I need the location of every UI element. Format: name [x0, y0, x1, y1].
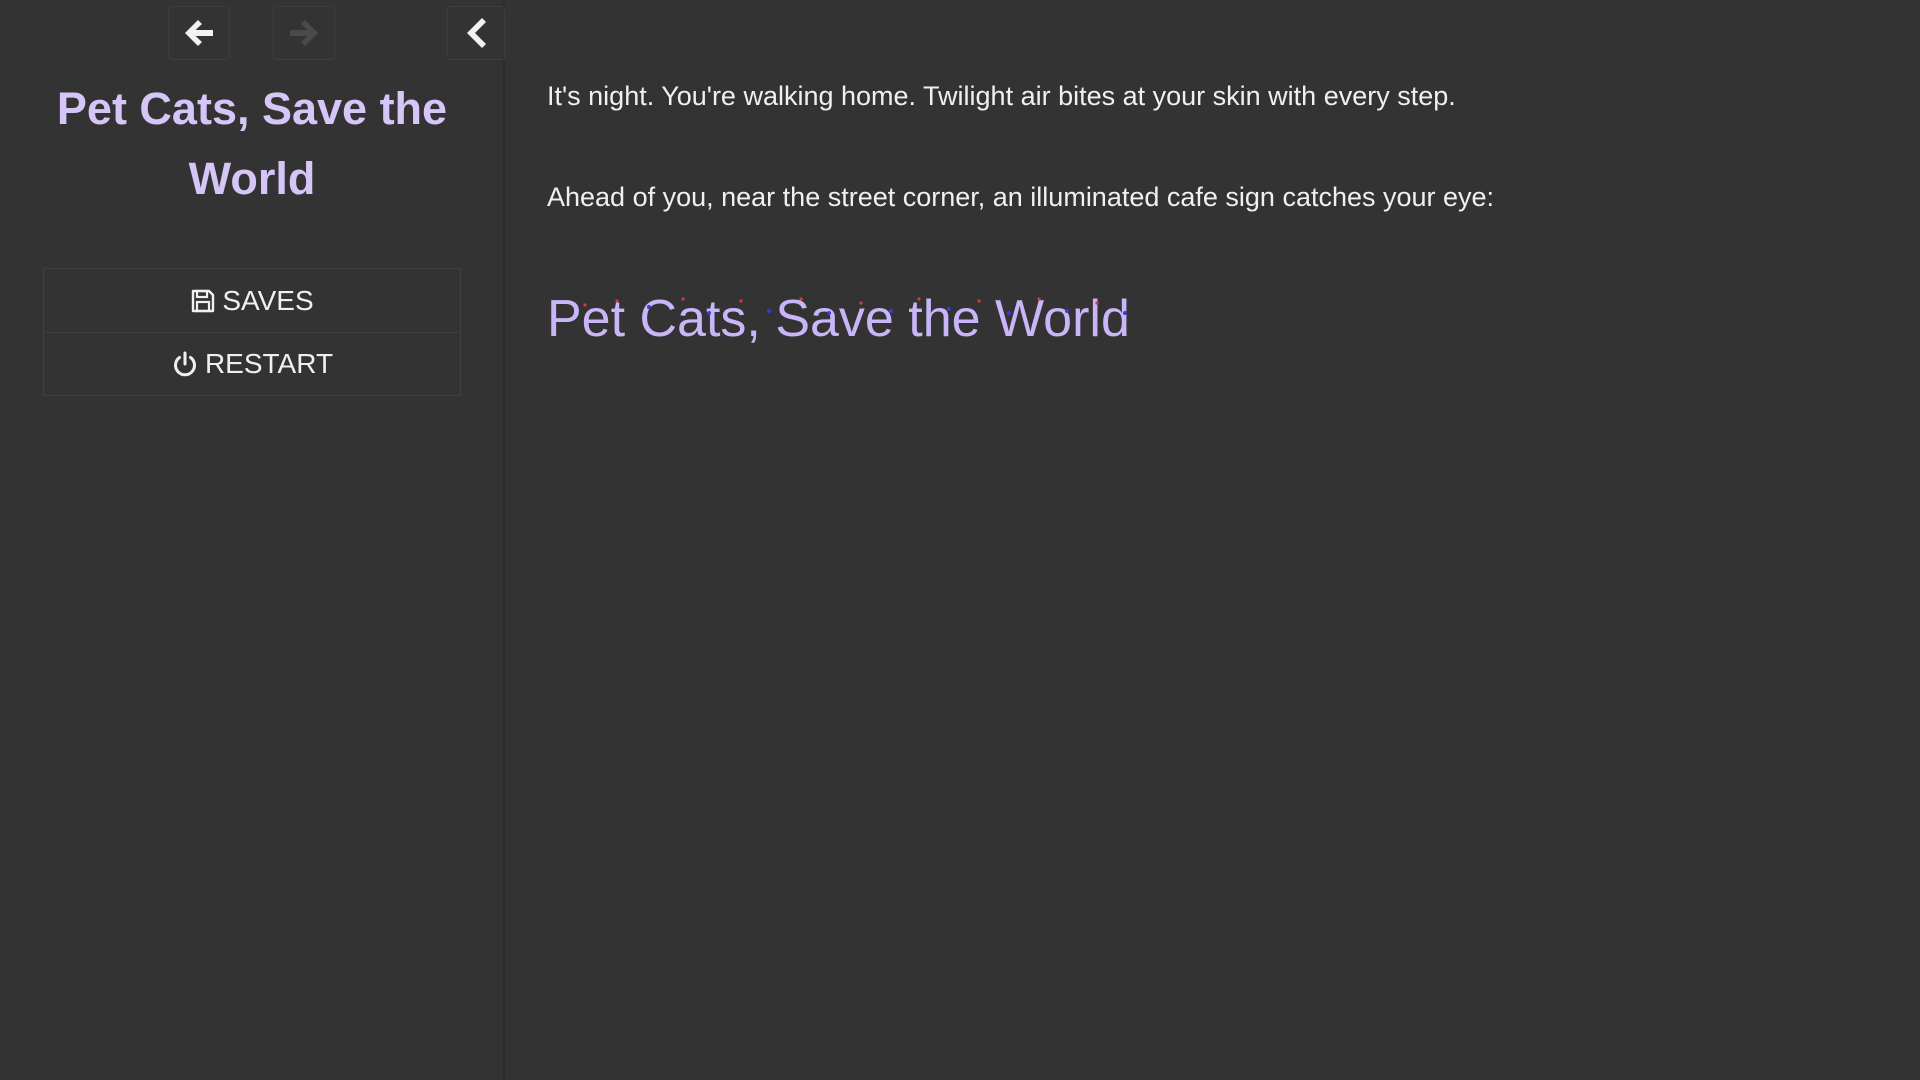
sidebar: Pet Cats, Save the World SAVES RESTART	[0, 0, 505, 1080]
power-icon	[174, 351, 196, 377]
saves-label: SAVES	[222, 284, 314, 316]
sidebar-menu: SAVES RESTART	[43, 268, 461, 396]
passage-paragraph: It's night. You're walking home. Twiligh…	[547, 81, 1456, 111]
forward-button[interactable]	[273, 6, 335, 60]
floppy-disk-icon	[192, 289, 215, 312]
collapse-sidebar-button[interactable]	[447, 6, 505, 60]
restart-button[interactable]: RESTART	[44, 332, 460, 395]
back-button[interactable]	[168, 6, 230, 60]
story-title: Pet Cats, Save the World	[56, 83, 448, 204]
arrow-left-icon	[185, 20, 213, 46]
arrow-right-icon	[290, 20, 318, 46]
saves-button[interactable]: SAVES	[44, 269, 460, 332]
passage-paragraph: Ahead of you, near the street corner, an…	[547, 182, 1495, 212]
cafe-sign: Pet Cats, Save the World	[547, 287, 1130, 351]
chevron-left-icon	[467, 18, 486, 48]
restart-label: RESTART	[204, 348, 334, 379]
history-nav	[0, 0, 505, 62]
passage: It's night. You're walking home. Twiligh…	[547, 76, 1847, 351]
cafe-sign-text: Pet Cats, Save the World	[547, 290, 1130, 348]
